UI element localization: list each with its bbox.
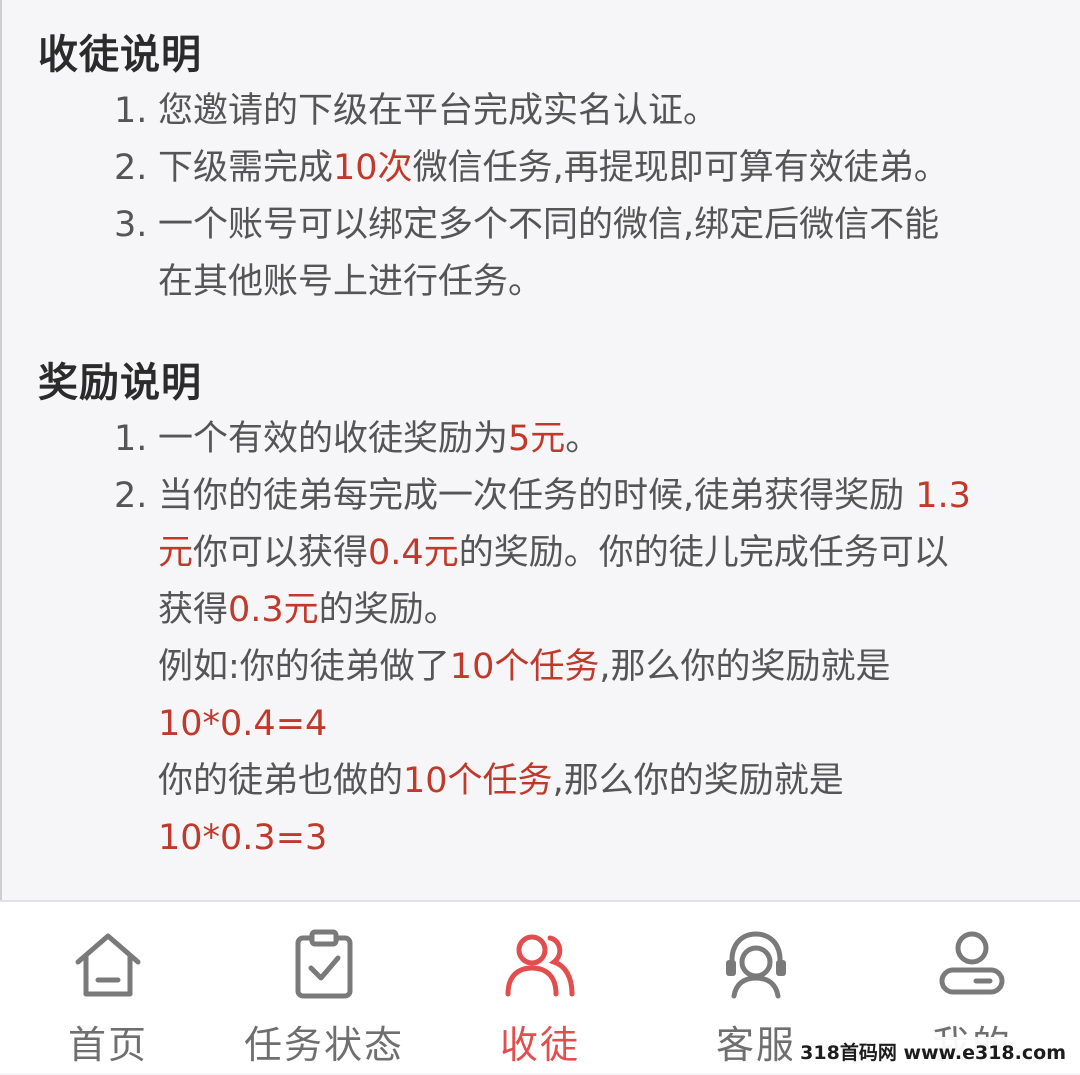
content-area: 收徒说明 1. 您邀请的下级在平台完成实名认证。 2. 下级需完成10次微信任务… xyxy=(0,0,1080,900)
list-number: 1. xyxy=(114,91,148,131)
user-icon xyxy=(939,931,1005,995)
reward-amount: 5元 xyxy=(508,419,566,459)
list-number: 1. xyxy=(114,419,148,459)
recruit-item-text: 下级需完成10次微信任务,再提现即可算有效徒弟。 xyxy=(158,148,949,188)
recruit-section-title: 收徒说明 xyxy=(38,32,202,78)
reward-item-text: 当你的徒弟每完成一次任务的时候,徒弟获得奖励 1.3 xyxy=(158,476,971,516)
home-icon xyxy=(75,933,141,997)
clipboard-check-icon xyxy=(295,929,353,999)
tab-label: 首页 xyxy=(67,1023,148,1067)
site-watermark: 318首码网 www.e318.com xyxy=(792,1037,1074,1069)
recruit-item-text: 在其他账号上进行任务。 xyxy=(158,262,544,302)
headset-icon xyxy=(726,931,786,999)
tab-label: 收徒 xyxy=(499,1023,580,1067)
tab-label: 任务状态 xyxy=(243,1023,404,1067)
recruit-item-text: 一个账号可以绑定多个不同的微信,绑定后微信不能 xyxy=(158,205,940,245)
tab-task-status[interactable]: 任务状态 xyxy=(216,902,432,1075)
tab-recruit[interactable]: 收徒 xyxy=(432,902,648,1075)
list-number: 3. xyxy=(114,205,148,245)
users-icon xyxy=(505,934,575,997)
recruit-item-text: 您邀请的下级在平台完成实名认证。 xyxy=(158,91,719,131)
tab-home[interactable]: 首页 xyxy=(0,902,216,1075)
highlight-count: 10次 xyxy=(333,148,413,188)
reward-item-text: 一个有效的收徒奖励为5元。 xyxy=(158,419,601,459)
list-number: 2. xyxy=(114,476,148,516)
list-number: 2. xyxy=(114,148,148,188)
reward-section-title: 奖励说明 xyxy=(38,360,202,406)
